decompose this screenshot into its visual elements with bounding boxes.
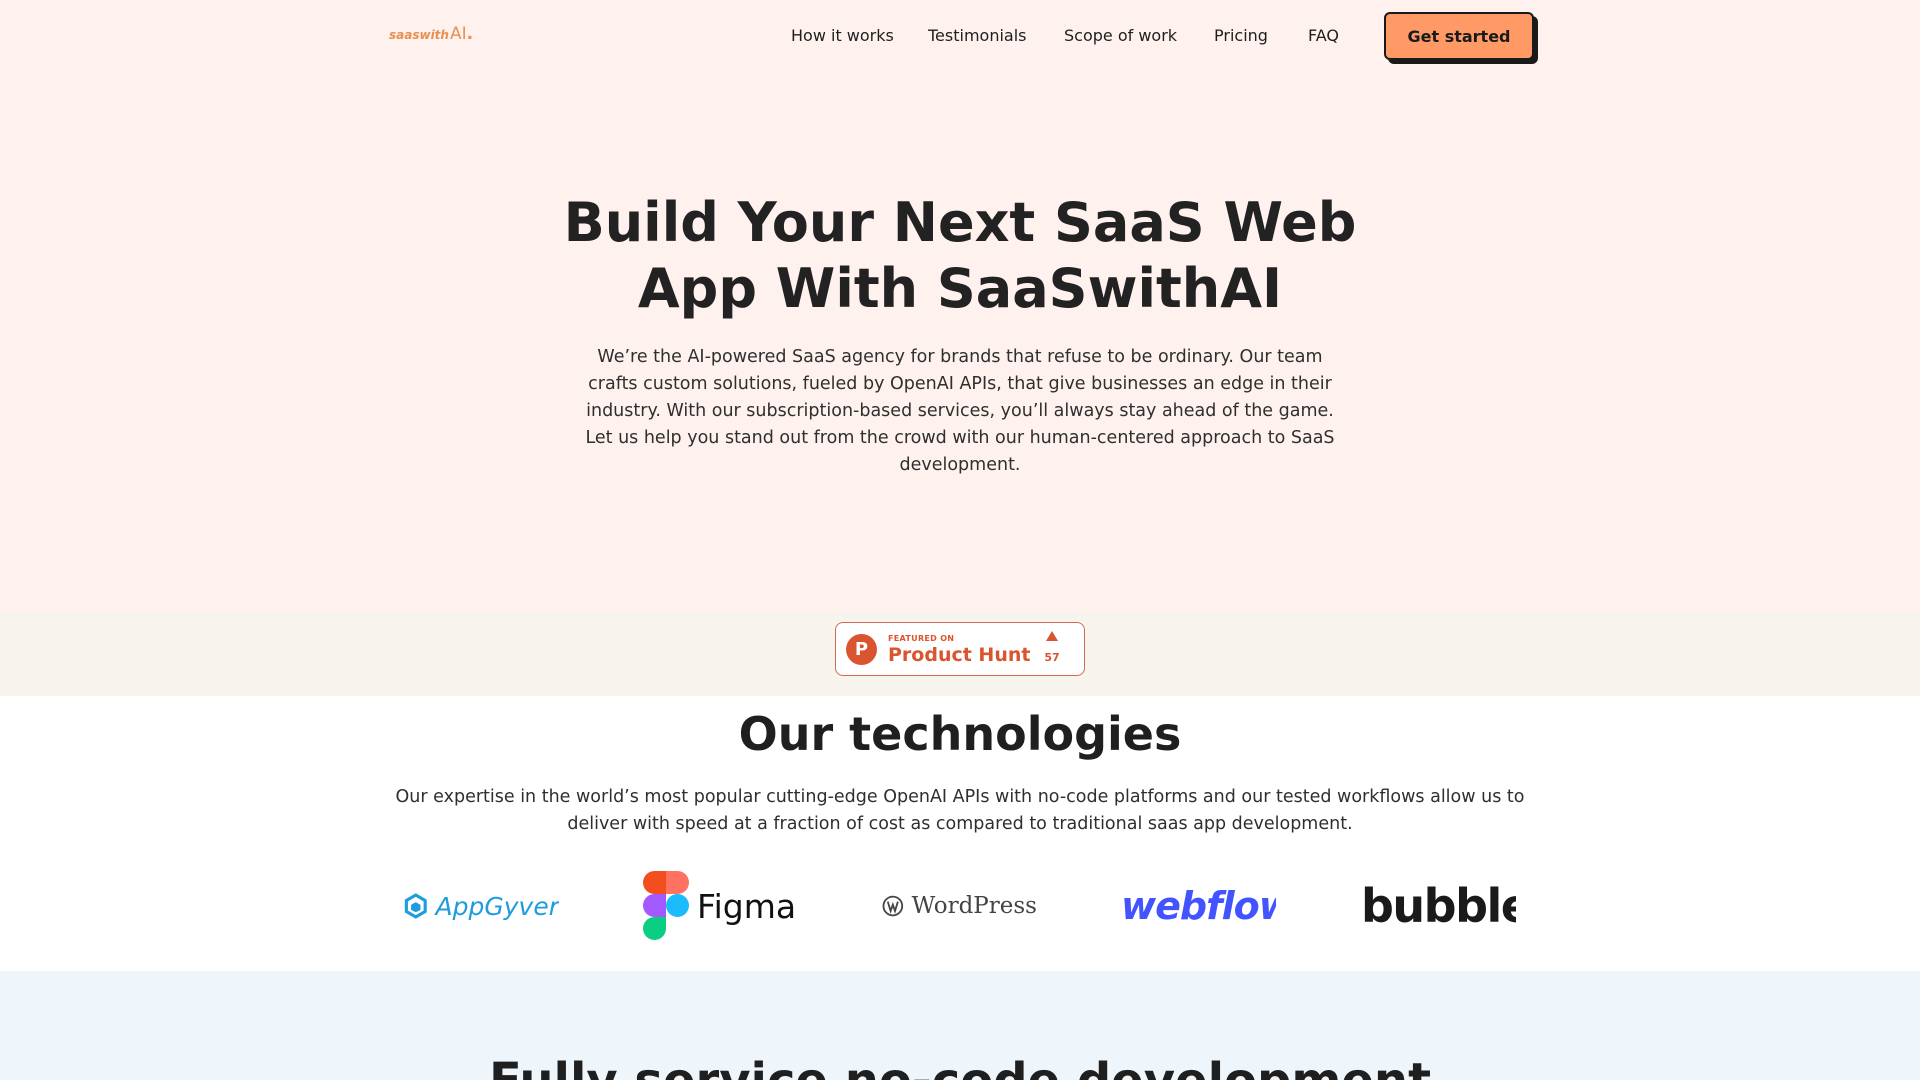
ph-featured-label: FEATURED ON bbox=[888, 634, 955, 643]
hero-description: We’re the AI-powered SaaS agency for bra… bbox=[585, 347, 1335, 475]
ph-name: Product Hunt bbox=[888, 644, 1031, 666]
product-hunt-strip: P FEATURED ON Product Hunt 57 bbox=[0, 612, 1920, 696]
hero-title-line2: App With SaaSwithAI bbox=[637, 257, 1283, 320]
nav-link-testimonials[interactable]: Testimonials bbox=[928, 24, 1027, 48]
get-started-button[interactable]: Get started bbox=[1384, 12, 1534, 60]
wordpress-icon bbox=[882, 895, 904, 917]
nav-link-scope-of-work[interactable]: Scope of work bbox=[1064, 24, 1177, 48]
nav-link-faq[interactable]: FAQ bbox=[1308, 24, 1339, 48]
bubble-logo: bubble bbox=[1361, 866, 1516, 946]
technologies-description: Our expertise in the world’s most popula… bbox=[395, 787, 1525, 834]
technologies-title: Our technologies bbox=[738, 707, 1182, 761]
webflow-wordmark: webflow bbox=[1121, 884, 1276, 928]
appgyver-icon bbox=[404, 893, 427, 919]
figma-wordmark: Figma bbox=[697, 886, 797, 926]
technology-logos: AppGyver Figma WordPress webflow bubble bbox=[0, 866, 1920, 946]
product-hunt-icon: P bbox=[846, 634, 877, 665]
hero-title: Build Your Next SaaS Web App With SaaSwi… bbox=[560, 190, 1360, 322]
site-header: saaswith AI . How it works Testimonials … bbox=[0, 0, 1920, 70]
upvote-count: 57 bbox=[1044, 651, 1060, 664]
webflow-logo: webflow bbox=[1121, 866, 1276, 946]
hero-title-line1: Build Your Next SaaS Web bbox=[563, 191, 1357, 254]
services-title: Fully service no-code development bbox=[360, 1051, 1560, 1080]
nav-link-pricing[interactable]: Pricing bbox=[1214, 24, 1268, 48]
appgyver-wordmark: AppGyver bbox=[435, 891, 559, 921]
appgyver-logo: AppGyver bbox=[404, 866, 559, 946]
hero-section: Build Your Next SaaS Web App With SaaSwi… bbox=[0, 70, 1920, 612]
wordpress-logo: WordPress bbox=[882, 866, 1037, 946]
main-nav: How it works Testimonials Scope of work … bbox=[0, 24, 1920, 48]
nav-link-how-it-works[interactable]: How it works bbox=[791, 24, 894, 48]
technologies-section: Our technologies Our expertise in the wo… bbox=[0, 696, 1920, 971]
upvote-arrow-icon bbox=[1046, 631, 1058, 641]
bubble-wordmark: bubble bbox=[1361, 879, 1516, 933]
wordpress-wordmark: WordPress bbox=[911, 893, 1037, 919]
product-hunt-badge[interactable]: P FEATURED ON Product Hunt 57 bbox=[835, 622, 1085, 676]
figma-logo: Figma bbox=[643, 866, 798, 946]
figma-icon bbox=[643, 871, 689, 940]
services-section: Fully service no-code development bbox=[0, 971, 1920, 1080]
